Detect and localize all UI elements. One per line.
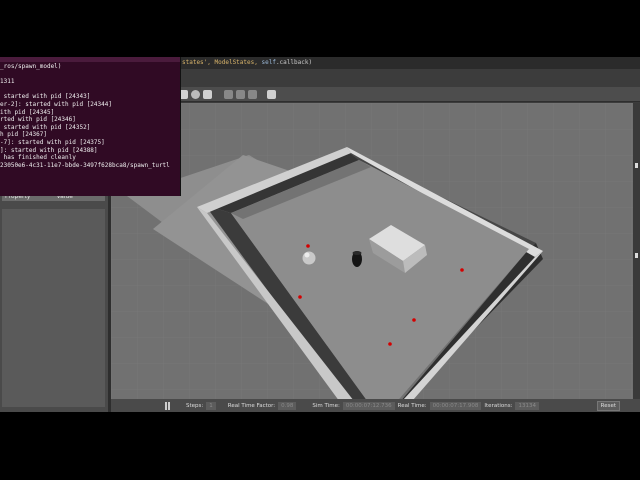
real-time-factor-value: 0.98 [278,401,297,410]
code-keyword: self [261,59,276,66]
terminal-line: has finished cleanly [0,154,76,162]
3d-viewport[interactable] [111,103,633,399]
terminal-line: started with pid [24352] [0,123,91,131]
sphere-shape-icon[interactable] [191,89,200,99]
terminal-window[interactable]: _ros/spawn_model) 1311 started with pid … [0,57,181,196]
steps-label: Steps: [186,402,204,409]
terminal-line: h pid [24367] [0,131,47,139]
point-light-icon[interactable] [224,89,233,99]
terminal-line: ]: started with pid [24388] [0,146,98,154]
pause-icon[interactable] [165,401,172,410]
scene-render [111,103,633,399]
terminal-line: 1311 [0,78,15,86]
terminal-line: 23050e6-4c31-11e7-bbde-3497f628bca8/spaw… [0,161,170,169]
right-panel-collapse[interactable] [633,103,640,399]
terminal-line: ith pid [24345] [0,108,55,116]
real-time-value: 00:00:07:17.908 [429,401,482,410]
cylinder-shape-icon[interactable] [203,89,212,99]
terminal-line: -7]: started with pid [24375] [0,138,105,146]
target-marker [460,268,464,272]
real-time-label: Real Time: [397,402,427,409]
iterations-value: 13134 [515,401,539,410]
property-table [2,209,105,407]
target-marker [412,318,416,322]
scene-toolbar [111,87,640,102]
reset-button[interactable]: Reset [596,400,620,411]
real-time-factor-label: Real Time Factor: [227,402,276,409]
spot-light-icon[interactable] [236,89,245,99]
code-text-end: .callback) [275,59,313,66]
code-text: states', ModelStates, [182,59,262,66]
terminal-titlebar [0,57,180,62]
sim-time-label: Sim Time: [312,402,340,409]
simulation-statusbar: Steps: 1 Real Time Factor: 0.98 Sim Time… [111,399,640,412]
screenshot-icon[interactable] [267,89,276,99]
target-marker [298,295,302,299]
steps-spinbox[interactable]: 1 [206,401,216,410]
terminal-line: er-2]: started with pid [24344] [0,100,112,108]
sim-time-value: 00:00:07:12.736 [342,401,395,410]
directional-light-icon[interactable] [248,89,257,99]
terminal-line: _ros/spawn_model) [0,63,62,70]
terminal-line: rted with pid [24346] [0,116,76,124]
target-marker [306,244,310,248]
sphere-object [302,251,316,265]
iterations-label: Iterations: [484,402,513,409]
terminal-line: started with pid [24343] [0,93,91,101]
target-marker [388,342,392,346]
